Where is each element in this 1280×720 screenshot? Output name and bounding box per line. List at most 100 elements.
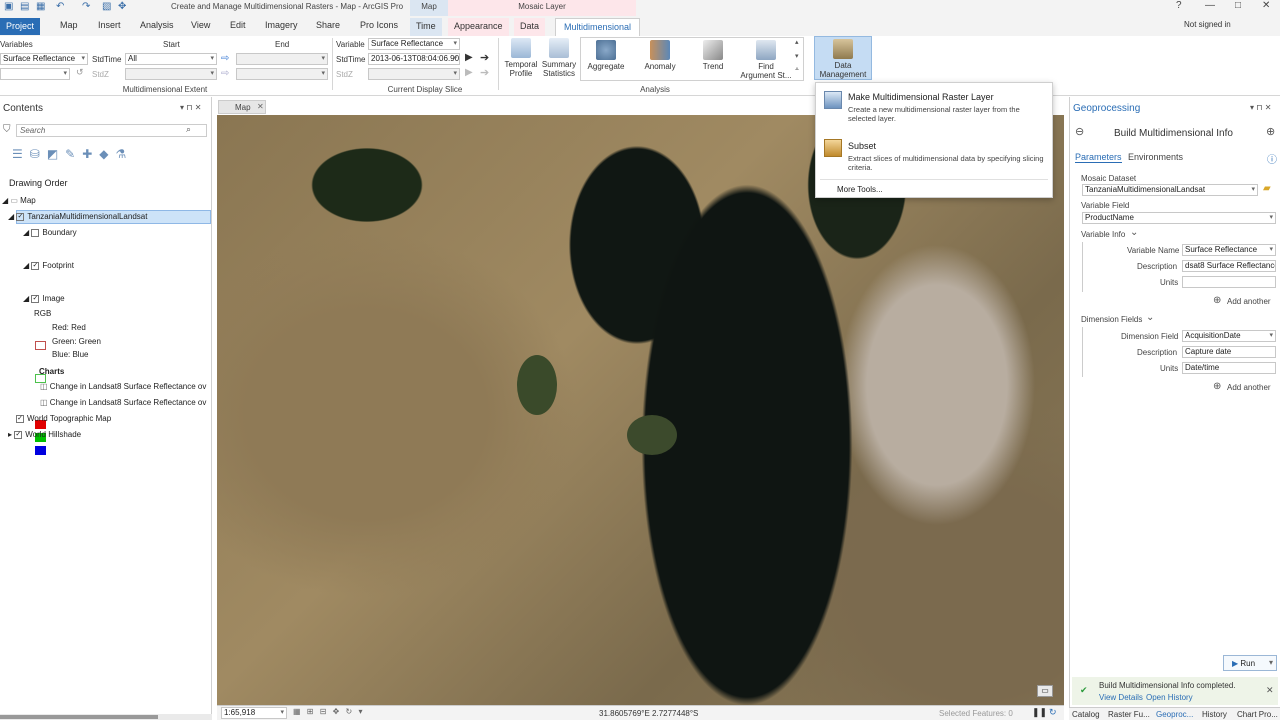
tab-history[interactable]: History <box>1202 710 1227 719</box>
stdz-value-dropdown[interactable] <box>0 68 70 80</box>
link-arrow-icon[interactable]: ⇨ <box>221 53 229 64</box>
cds-variable-dropdown[interactable]: Surface Reflectance <box>368 38 460 50</box>
add-another-icon[interactable]: ⊕ <box>1213 295 1221 306</box>
next-icon[interactable]: ➔ <box>480 51 489 64</box>
blue-swatch[interactable] <box>35 446 46 455</box>
undo-icon[interactable]: ↶ <box>56 1 64 12</box>
reset-icon[interactable]: ↺ <box>76 67 84 78</box>
description-input[interactable]: dsat8 Surface Reflectance <box>1182 260 1276 272</box>
tab-raster-functions[interactable]: Raster Fu... <box>1108 710 1150 719</box>
contents-search-input[interactable]: Search <box>16 124 207 137</box>
subset-item[interactable]: Subset <box>848 141 876 151</box>
close-button[interactable]: ✕ <box>1262 0 1270 11</box>
anomaly-button[interactable]: Anomaly <box>640 40 680 71</box>
close-map-tab-icon[interactable]: ✕ <box>257 102 264 111</box>
scale-dropdown[interactable]: 1:65,918 <box>221 707 287 719</box>
chart-item-2[interactable]: ◫ Change in Landsat8 Surface Reflectance… <box>40 398 206 407</box>
run-button[interactable]: ▶ Run ▾ <box>1223 655 1277 671</box>
list-by-snapping-icon[interactable]: ✚ <box>82 147 99 161</box>
tree-hillshade[interactable]: ▸ ✓ World Hillshade <box>8 430 81 439</box>
variable-name-input[interactable]: Surface Reflectance <box>1182 244 1276 256</box>
footprint-checkbox[interactable]: ✓ <box>31 261 40 270</box>
tab-catalog[interactable]: Catalog <box>1072 710 1100 719</box>
contents-scrollbar[interactable] <box>0 714 212 720</box>
tab-time[interactable]: Time <box>410 18 442 36</box>
tab-share[interactable]: Share <box>316 20 340 30</box>
add-another-button-2[interactable]: Add another <box>1227 383 1271 392</box>
tree-footprint[interactable]: ◢ ✓ Footprint <box>23 261 74 270</box>
back-icon[interactable]: ⊖ <box>1075 125 1084 138</box>
boundary-symbol[interactable] <box>35 341 46 350</box>
variable-field-input[interactable]: ProductName <box>1082 212 1276 224</box>
dimension-fields-collapse-icon[interactable]: ⌄ <box>1146 312 1154 323</box>
map-nav-tools[interactable]: ▦ ⊞ ⊟ ✥ ↻ ▾ <box>293 707 365 716</box>
list-by-selection-icon[interactable]: ◩ <box>47 147 65 161</box>
list-by-labeling-icon[interactable]: ◆ <box>99 147 115 161</box>
layer-checkbox[interactable]: ✓ <box>16 212 25 221</box>
minimize-button[interactable]: — <box>1205 0 1215 11</box>
dimension-units-input[interactable]: Date/time <box>1182 362 1276 374</box>
filter-icon[interactable]: ⛉ <box>3 124 11 135</box>
tab-analysis[interactable]: Analysis <box>140 20 174 30</box>
aggregate-button[interactable]: Aggregate <box>586 40 626 71</box>
tree-map[interactable]: ◢ ▭ Map <box>2 196 36 205</box>
add-another-icon[interactable]: ⊕ <box>1213 381 1221 392</box>
tree-layer[interactable]: ◢ ✓ TanzaniaMultidimensionalLandsat <box>8 212 147 221</box>
gallery-expand-icon[interactable]: ⩡ <box>795 66 799 74</box>
pane-options-icon[interactable]: ▾ ⊓ ✕ <box>180 103 201 112</box>
tab-edit[interactable]: Edit <box>230 20 246 30</box>
map-view[interactable]: ▭ <box>217 115 1064 705</box>
gallery-scroll-up-icon[interactable]: ▴ <box>795 38 799 46</box>
cds-stdtime-dropdown[interactable]: 2013-06-13T08:04:06.90 <box>368 53 460 65</box>
environments-tab[interactable]: Environments <box>1128 152 1183 162</box>
variable-info-collapse-icon[interactable]: ⌄ <box>1130 227 1138 238</box>
more-tools-item[interactable]: More Tools... <box>837 185 883 194</box>
summary-statistics-button[interactable]: Summary Statistics <box>539 38 579 78</box>
not-signed-in[interactable]: Not signed in <box>1184 20 1231 29</box>
refresh-icon[interactable]: ↻ <box>1049 707 1057 718</box>
tab-view[interactable]: View <box>191 20 210 30</box>
gallery-scroll-down-icon[interactable]: ▾ <box>795 52 799 60</box>
units-input[interactable] <box>1182 276 1276 288</box>
add-another-button[interactable]: Add another <box>1227 297 1271 306</box>
variables-dropdown[interactable]: Surface Reflectance <box>0 53 88 65</box>
pause-icon[interactable]: ❚❚ <box>1032 707 1047 718</box>
tab-map[interactable]: Map <box>60 20 78 30</box>
selected-features[interactable]: Selected Features: 0 <box>939 709 1013 718</box>
mosaic-dataset-input[interactable]: TanzaniaMultidimensionalLandsat <box>1082 184 1258 196</box>
tab-pro-icons[interactable]: Pro Icons <box>360 20 398 30</box>
tab-project[interactable]: Project <box>0 18 40 35</box>
pane-options-icon[interactable]: ▾ ⊓ ✕ <box>1250 103 1271 112</box>
open-project-icon[interactable]: ▤ <box>20 1 29 12</box>
search-icon[interactable]: ⌕ <box>186 124 191 135</box>
list-by-editing-icon[interactable]: ✎ <box>65 147 82 161</box>
tab-chart-properties[interactable]: Chart Pro... <box>1237 710 1278 719</box>
navigate-icon[interactable]: ✥ <box>118 1 126 12</box>
list-by-source-icon[interactable]: ⛁ <box>30 147 47 161</box>
play-icon[interactable]: ▶ <box>465 52 473 63</box>
view-details-link[interactable]: View Details <box>1099 693 1143 702</box>
tab-data[interactable]: Data <box>514 18 546 36</box>
browse-folder-icon[interactable]: ▰ <box>1263 183 1271 194</box>
dimension-field-input[interactable]: AcquisitionDate <box>1182 330 1276 342</box>
parameters-tab[interactable]: Parameters <box>1075 152 1122 163</box>
list-by-drawing-order-icon[interactable]: ☰ <box>12 147 30 161</box>
tab-appearance[interactable]: Appearance <box>448 18 509 36</box>
new-project-icon[interactable]: ▣ <box>4 1 13 12</box>
find-argument-button[interactable]: Find Argument St... <box>740 40 792 80</box>
tab-insert[interactable]: Insert <box>98 20 121 30</box>
add-icon[interactable]: ⊕ <box>1266 125 1275 138</box>
chart-item-1[interactable]: ◫ Change in Landsat8 Surface Reflectance… <box>40 382 206 391</box>
tab-multidimensional[interactable]: Multidimensional <box>555 18 641 36</box>
tree-image[interactable]: ◢ ✓ Image <box>23 294 65 303</box>
hillshade-checkbox[interactable]: ✓ <box>14 430 23 439</box>
tab-geoprocessing[interactable]: Geoproc... <box>1156 710 1193 719</box>
map-chat-icon[interactable]: ▭ <box>1037 685 1053 697</box>
list-by-perspective-icon[interactable]: ⚗ <box>116 147 134 161</box>
make-md-raster-layer-item[interactable]: Make Multidimensional Raster Layer <box>848 92 994 102</box>
tree-boundary[interactable]: ◢ Boundary <box>23 228 77 237</box>
topo-checkbox[interactable]: ✓ <box>16 414 24 423</box>
redo-icon[interactable]: ↷ <box>82 1 90 12</box>
tree-topo[interactable]: ✓ World Topographic Map <box>16 414 111 423</box>
map-view-tab[interactable]: Map ✕ <box>218 100 266 114</box>
